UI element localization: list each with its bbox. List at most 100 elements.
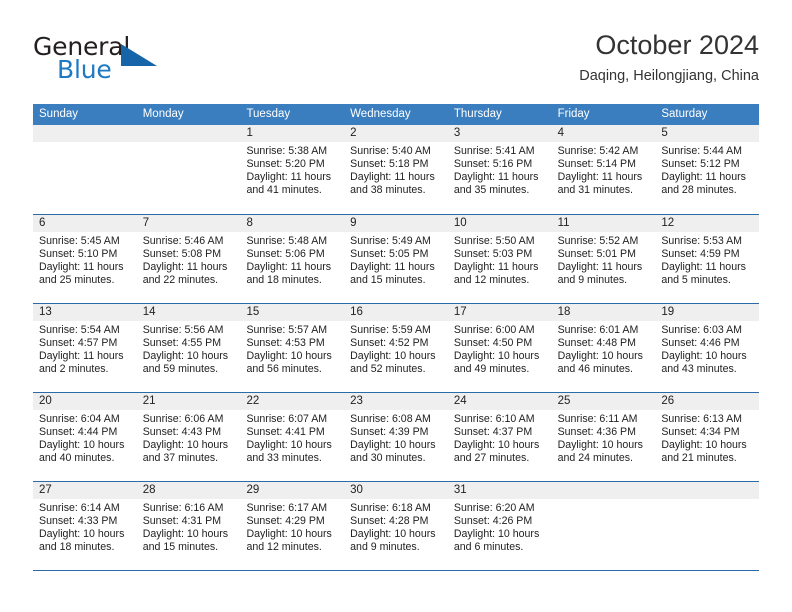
- day-cell-26[interactable]: 26 Sunrise: 6:13 AM Sunset: 4:34 PM Dayligh…: [655, 393, 760, 481]
- day-details: Sunrise: 5:52 AM Sunset: 5:01 PM Daylight:…: [552, 232, 656, 287]
- page-title: October 2024: [595, 30, 759, 60]
- calendar-page: General Blue October 2024 Daqing, Heilon…: [0, 0, 792, 612]
- sunrise-text: Sunrise: 6:04 AM: [39, 413, 120, 425]
- day-details: Sunrise: 6:10 AM Sunset: 4:37 PM Daylight:…: [448, 410, 552, 465]
- day-details: [137, 142, 241, 145]
- day-number: [655, 482, 760, 499]
- day-cell-16[interactable]: 16 Sunrise: 5:59 AM Sunset: 4:52 PM Dayligh…: [344, 304, 448, 392]
- day-cell-2[interactable]: 2 Sunrise: 5:40 AM Sunset: 5:18 PM Daylight…: [344, 125, 448, 214]
- day-cell-empty: [655, 482, 760, 570]
- day-details: Sunrise: 5:44 AM Sunset: 5:12 PM Daylight:…: [655, 142, 759, 197]
- day-details: Sunrise: 6:01 AM Sunset: 4:48 PM Daylight:…: [552, 321, 656, 376]
- sunrise-text: Sunrise: 6:18 AM: [350, 502, 431, 514]
- general-blue-logo[interactable]: General Blue: [33, 32, 263, 94]
- daylight-text: Daylight: 11 hours and 35 minutes.: [453, 170, 539, 196]
- daylight-text: Daylight: 10 hours and 21 minutes.: [661, 438, 747, 464]
- day-details: Sunrise: 5:53 AM Sunset: 4:59 PM Daylight:…: [655, 232, 759, 287]
- day-details: Sunrise: 5:49 AM Sunset: 5:05 PM Daylight:…: [344, 232, 448, 287]
- daylight-text: Daylight: 10 hours and 46 minutes.: [557, 349, 643, 375]
- sunset-text: Sunset: 5:14 PM: [557, 157, 636, 170]
- sunset-text: Sunset: 5:20 PM: [246, 157, 325, 170]
- day-number: 22: [240, 393, 345, 410]
- day-number: 26: [655, 393, 760, 410]
- weekday-header-sunday: Sunday: [39, 108, 79, 120]
- sunset-text: Sunset: 5:03 PM: [453, 247, 533, 260]
- daylight-text: Daylight: 11 hours and 25 minutes.: [39, 260, 124, 286]
- sunset-text: Sunset: 4:48 PM: [557, 336, 636, 349]
- day-cell-4[interactable]: 4 Sunrise: 5:42 AM Sunset: 5:14 PM Daylight…: [551, 125, 656, 214]
- day-cell-29[interactable]: 29 Sunrise: 6:17 AM Sunset: 4:29 PM Dayligh…: [240, 482, 345, 570]
- daylight-text: Daylight: 11 hours and 41 minutes.: [246, 170, 332, 196]
- day-cell-1[interactable]: 1 Sunrise: 5:38 AM Sunset: 5:20 PM Daylight…: [240, 125, 345, 214]
- daylight-text: Daylight: 10 hours and 43 minutes.: [661, 349, 747, 375]
- day-cell-7[interactable]: 7 Sunrise: 5:46 AM Sunset: 5:08 PM Daylight…: [136, 215, 241, 303]
- calendar-grid: Sunday Monday Tuesday Wednesday Thursday Frid…: [33, 104, 760, 571]
- daylight-text: Daylight: 11 hours and 12 minutes.: [453, 260, 539, 286]
- sunset-text: Sunset: 4:50 PM: [453, 336, 533, 349]
- day-cell-5[interactable]: 5 Sunrise: 5:44 AM Sunset: 5:12 PM Daylight…: [655, 125, 760, 214]
- sunset-text: Sunset: 4:57 PM: [39, 336, 118, 349]
- day-cell-23[interactable]: 23 Sunrise: 6:08 AM Sunset: 4:39 PM Dayligh…: [344, 393, 448, 481]
- calendar-week-row: 20 Sunrise: 6:04 AM Sunset: 4:44 PM Dayligh…: [33, 392, 760, 481]
- day-cell-10[interactable]: 10 Sunrise: 5:50 AM Sunset: 5:03 PM Dayligh…: [447, 215, 552, 303]
- sunrise-text: Sunrise: 5:54 AM: [39, 324, 120, 336]
- daylight-text: Daylight: 11 hours and 15 minutes.: [350, 260, 435, 286]
- day-number: [136, 125, 241, 142]
- sunrise-text: Sunrise: 5:40 AM: [350, 145, 431, 157]
- sunrise-text: Sunrise: 5:41 AM: [453, 145, 535, 157]
- sunset-text: Sunset: 5:10 PM: [39, 247, 118, 260]
- daylight-text: Daylight: 10 hours and 33 minutes.: [246, 438, 332, 464]
- sunset-text: Sunset: 4:26 PM: [453, 514, 533, 527]
- day-cell-12[interactable]: 12 Sunrise: 5:53 AM Sunset: 4:59 PM Dayligh…: [655, 215, 760, 303]
- day-details: Sunrise: 5:56 AM Sunset: 4:55 PM Daylight:…: [137, 321, 241, 376]
- day-cell-8[interactable]: 8 Sunrise: 5:48 AM Sunset: 5:06 PM Daylight…: [240, 215, 345, 303]
- sunrise-text: Sunrise: 5:57 AM: [246, 324, 328, 336]
- sunset-text: Sunset: 5:05 PM: [350, 247, 429, 260]
- day-cell-empty: [551, 482, 656, 570]
- day-cell-30[interactable]: 30 Sunrise: 6:18 AM Sunset: 4:28 PM Dayligh…: [344, 482, 448, 570]
- day-number: 9: [344, 215, 448, 232]
- day-cell-28[interactable]: 28 Sunrise: 6:16 AM Sunset: 4:31 PM Dayligh…: [136, 482, 241, 570]
- day-cell-25[interactable]: 25 Sunrise: 6:11 AM Sunset: 4:36 PM Dayligh…: [551, 393, 656, 481]
- day-details: Sunrise: 5:38 AM Sunset: 5:20 PM Daylight:…: [240, 142, 344, 197]
- day-cell-19[interactable]: 19 Sunrise: 6:03 AM Sunset: 4:46 PM Dayligh…: [655, 304, 760, 392]
- title-block: October 2024 Daqing, Heilongjiang, China: [579, 28, 759, 87]
- day-cell-17[interactable]: 17 Sunrise: 6:00 AM Sunset: 4:50 PM Dayligh…: [447, 304, 552, 392]
- day-cell-27[interactable]: 27 Sunrise: 6:14 AM Sunset: 4:33 PM Dayligh…: [33, 482, 137, 570]
- sunset-text: Sunset: 4:59 PM: [661, 247, 740, 260]
- day-details: Sunrise: 5:59 AM Sunset: 4:52 PM Daylight:…: [344, 321, 448, 376]
- day-cell-3[interactable]: 3 Sunrise: 5:41 AM Sunset: 5:16 PM Daylight…: [447, 125, 552, 214]
- day-number: [551, 482, 656, 499]
- day-cell-31[interactable]: 31 Sunrise: 6:20 AM Sunset: 4:26 PM Dayligh…: [447, 482, 552, 570]
- day-cell-9[interactable]: 9 Sunrise: 5:49 AM Sunset: 5:05 PM Daylight…: [344, 215, 448, 303]
- daylight-text: Daylight: 11 hours and 31 minutes.: [557, 170, 643, 196]
- day-number: 17: [447, 304, 552, 321]
- weekday-header-monday: Monday: [142, 108, 184, 120]
- day-cell-6[interactable]: 6 Sunrise: 5:45 AM Sunset: 5:10 PM Daylight…: [33, 215, 137, 303]
- sunrise-text: Sunrise: 6:16 AM: [142, 502, 224, 514]
- day-details: [552, 499, 656, 502]
- day-cell-11[interactable]: 11 Sunrise: 5:52 AM Sunset: 5:01 PM Dayligh…: [551, 215, 656, 303]
- day-details: Sunrise: 5:46 AM Sunset: 5:08 PM Daylight:…: [137, 232, 241, 287]
- logo-text-blue: Blue: [57, 55, 112, 84]
- sunrise-text: Sunrise: 6:00 AM: [453, 324, 535, 336]
- daylight-text: Daylight: 10 hours and 59 minutes.: [142, 349, 229, 375]
- daylight-text: Daylight: 11 hours and 9 minutes.: [557, 260, 643, 286]
- day-cell-15[interactable]: 15 Sunrise: 5:57 AM Sunset: 4:53 PM Dayligh…: [240, 304, 345, 392]
- day-number: 24: [447, 393, 552, 410]
- day-details: Sunrise: 6:11 AM Sunset: 4:36 PM Daylight:…: [552, 410, 656, 465]
- day-cell-20[interactable]: 20 Sunrise: 6:04 AM Sunset: 4:44 PM Dayligh…: [33, 393, 137, 481]
- day-number: 10: [447, 215, 552, 232]
- day-number: 8: [240, 215, 345, 232]
- day-number: 12: [655, 215, 760, 232]
- day-cell-13[interactable]: 13 Sunrise: 5:54 AM Sunset: 4:57 PM Dayligh…: [33, 304, 137, 392]
- day-cell-empty: [136, 125, 241, 214]
- day-cell-21[interactable]: 21 Sunrise: 6:06 AM Sunset: 4:43 PM Dayligh…: [136, 393, 241, 481]
- day-cell-18[interactable]: 18 Sunrise: 6:01 AM Sunset: 4:48 PM Dayligh…: [551, 304, 656, 392]
- day-number: [33, 125, 137, 142]
- sunset-text: Sunset: 4:52 PM: [350, 336, 429, 349]
- daylight-text: Daylight: 11 hours and 38 minutes.: [350, 170, 435, 196]
- day-cell-24[interactable]: 24 Sunrise: 6:10 AM Sunset: 4:37 PM Dayligh…: [447, 393, 552, 481]
- day-cell-14[interactable]: 14 Sunrise: 5:56 AM Sunset: 4:55 PM Dayligh…: [136, 304, 241, 392]
- day-cell-22[interactable]: 22 Sunrise: 6:07 AM Sunset: 4:41 PM Dayligh…: [240, 393, 345, 481]
